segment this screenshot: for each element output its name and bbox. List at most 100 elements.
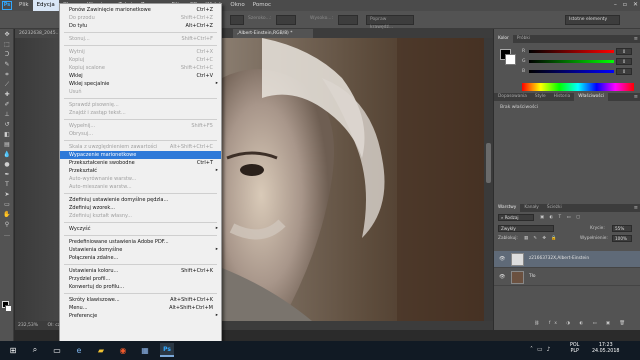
color-background-swatch[interactable] [505, 54, 516, 65]
menu-okno[interactable]: Okno [226, 0, 248, 11]
shape-tool-icon[interactable]: ▭ [1, 200, 13, 209]
edit-menu-item[interactable]: Wypełnij... Shift+F5 [60, 122, 221, 130]
b-gradient-bar[interactable] [529, 69, 614, 73]
tray-arrow-icon[interactable]: ˄ [530, 346, 533, 353]
edit-menu-item[interactable]: Przydziel profil... [60, 275, 221, 283]
edit-menu-item[interactable]: Auto-wyrównanie warstw... [60, 175, 221, 183]
edit-menu-item[interactable]: Przekształcenie swobodne Ctrl+T [60, 159, 221, 167]
layer-filter-icons[interactable]: ▣ ◐ T ▭ ▢ [540, 215, 582, 220]
visibility-eye-icon[interactable]: 👁 [499, 256, 505, 262]
width-field[interactable] [276, 15, 296, 25]
layer-name[interactable]: Tło [529, 274, 535, 279]
layer-name[interactable]: z21663732X,Albert-Einstein [529, 256, 589, 261]
document-tab-active[interactable]: ,Albert-Einstein,RGB/8) * [233, 29, 313, 38]
layer-kind-filter[interactable]: ⌕ Rodzaj [498, 214, 534, 221]
tab-historia[interactable]: Historia [550, 93, 575, 101]
more-tools-icon[interactable]: … [1, 230, 13, 239]
edit-menu-item[interactable]: Przekształć ▸ [60, 167, 221, 175]
maximize-icon[interactable]: ▫ [623, 1, 627, 8]
edit-menu-item[interactable]: Zdefiniuj ustawienie domyślne pędzla... [60, 196, 221, 204]
zoom-tool-icon[interactable]: ⚲ [1, 220, 13, 229]
menu-edycja[interactable]: Edycja [32, 0, 59, 11]
slider-b[interactable]: B 0 [522, 67, 634, 75]
edit-menu-item[interactable]: Konwertuj do profilu... [60, 283, 221, 291]
type-tool-icon[interactable]: T [1, 180, 13, 189]
windows-start-icon[interactable]: ⊞ [6, 343, 20, 357]
panel-menu-icon[interactable]: ≡ [634, 35, 638, 43]
edit-menu-item[interactable]: Wyczyść ▸ [60, 225, 221, 233]
tab-style[interactable]: Style [531, 93, 550, 101]
edit-menu-item[interactable]: Auto-mieszanie warstw... [60, 183, 221, 191]
dodge-tool-icon[interactable]: ● [1, 160, 13, 169]
zoom-level[interactable]: 232,53% [18, 323, 38, 328]
photoshop-taskbar-icon[interactable]: Ps [160, 343, 174, 357]
search-icon[interactable]: ⌕ [28, 343, 42, 357]
path-select-tool-icon[interactable]: ➤ [1, 190, 13, 199]
tab-sciezki[interactable]: Ścieżki [543, 204, 566, 212]
network-icon[interactable]: ▭ [537, 346, 543, 353]
file-explorer-icon[interactable]: ▰ [94, 343, 108, 357]
slider-g[interactable]: G 0 [522, 57, 634, 65]
g-value-field[interactable]: 0 [616, 57, 632, 65]
background-color-swatch[interactable] [5, 305, 12, 312]
blend-mode-select[interactable]: Zwykły [498, 225, 554, 232]
layer-row-background[interactable]: 👁 Tło [494, 269, 640, 286]
panel-menu-icon[interactable]: ≡ [634, 204, 638, 212]
menu-pomoc[interactable]: Pomoc [249, 0, 275, 11]
edit-menu-item[interactable]: Wypaczenie marionetkowe [60, 151, 221, 159]
minimize-icon[interactable]: – [614, 1, 617, 8]
workspace-preset-select[interactable]: Istotne elementy [565, 15, 620, 25]
close-icon[interactable]: ✕ [633, 1, 638, 8]
chrome-icon[interactable]: ◉ [116, 343, 130, 357]
edit-menu-item[interactable]: Wytnij Ctrl+X [60, 48, 221, 56]
edit-menu-item[interactable]: Obrysuj... [60, 130, 221, 138]
edit-menu-item[interactable]: Skróty klawiszowe... Alt+Shift+Ctrl+K [60, 296, 221, 304]
edit-menu-item[interactable]: Połączenia zdalne... [60, 254, 221, 262]
opacity-field[interactable]: 55% [612, 225, 632, 232]
edit-menu-item[interactable]: Kopiuj scalone Shift+Ctrl+C [60, 64, 221, 72]
edge-browser-icon[interactable]: e [72, 343, 86, 357]
input-language[interactable]: POL PLP [570, 343, 579, 355]
task-view-icon[interactable]: ▭ [50, 343, 64, 357]
g-gradient-bar[interactable] [529, 59, 614, 63]
slider-r[interactable]: R 0 [522, 47, 634, 55]
edit-menu-item[interactable]: Wklej Ctrl+V [60, 72, 221, 80]
edit-menu-item[interactable]: Do przodu Shift+Ctrl+Z [60, 14, 221, 22]
pen-tool-icon[interactable]: ✒ [1, 170, 13, 179]
refine-edge-button[interactable]: Popraw krawędź... [366, 15, 414, 30]
b-value-field[interactable]: 0 [616, 67, 632, 75]
edit-menu-item[interactable]: Kopiuj Ctrl+C [60, 56, 221, 64]
eraser-tool-icon[interactable]: ◧ [1, 130, 13, 139]
tab-probki[interactable]: Próbki [513, 35, 534, 43]
edit-menu-item[interactable]: Zdefiniuj wzorek... [60, 204, 221, 212]
lock-icons[interactable]: ▦ ✎ ✥ 🔒 [524, 236, 559, 241]
marquee-tool-icon[interactable]: ⬚ [1, 40, 13, 49]
edit-menu-item[interactable]: Stonuj... Shift+Ctrl+F [60, 35, 221, 43]
edit-menu-item[interactable]: Skala z uwzględnieniem zawartości Alt+Shi… [60, 143, 221, 151]
height-field[interactable] [338, 15, 358, 25]
hand-tool-icon[interactable]: ✋ [1, 210, 13, 219]
fill-field[interactable]: 100% [612, 235, 632, 242]
taskbar-clock[interactable]: 17:23 24.05.2018 [592, 343, 619, 355]
edit-menu-item[interactable]: Predefiniowane ustawienia Adobe PDF... [60, 238, 221, 246]
visibility-eye-icon[interactable]: 👁 [499, 274, 505, 280]
panel-menu-icon[interactable]: ≡ [634, 93, 638, 101]
edit-menu-item[interactable]: Preferencje ▸ [60, 312, 221, 320]
edit-menu-item[interactable]: Usuń [60, 88, 221, 96]
volume-icon[interactable]: ♪ [547, 346, 551, 353]
brush-tool-icon[interactable]: ✐ [1, 100, 13, 109]
menu-plik[interactable]: Plik [15, 0, 33, 11]
layer-row-einstein[interactable]: 👁 z21663732X,Albert-Einstein [494, 251, 640, 268]
tab-kanaly[interactable]: Kanały [520, 204, 543, 212]
r-value-field[interactable]: 0 [616, 47, 632, 55]
edit-menu-item[interactable]: Wklej specjalnie ▸ [60, 80, 221, 88]
store-icon[interactable]: ▦ [138, 343, 152, 357]
lasso-tool-icon[interactable]: ᑐ [1, 50, 13, 59]
history-brush-tool-icon[interactable]: ↺ [1, 120, 13, 129]
layers-bottom-toolbar[interactable]: ⛓ fx ◑ ◐ ▭ ▣ 🗑 [534, 321, 629, 326]
blur-tool-icon[interactable]: 💧 [1, 150, 13, 159]
edit-menu-item[interactable]: Menu... Alt+Shift+Ctrl+M [60, 304, 221, 312]
edit-menu-item[interactable]: Znajdź i zastąp tekst... [60, 109, 221, 117]
healing-brush-tool-icon[interactable]: ✚ [1, 90, 13, 99]
edit-menu-item[interactable]: Do tyłu Alt+Ctrl+Z [60, 22, 221, 30]
